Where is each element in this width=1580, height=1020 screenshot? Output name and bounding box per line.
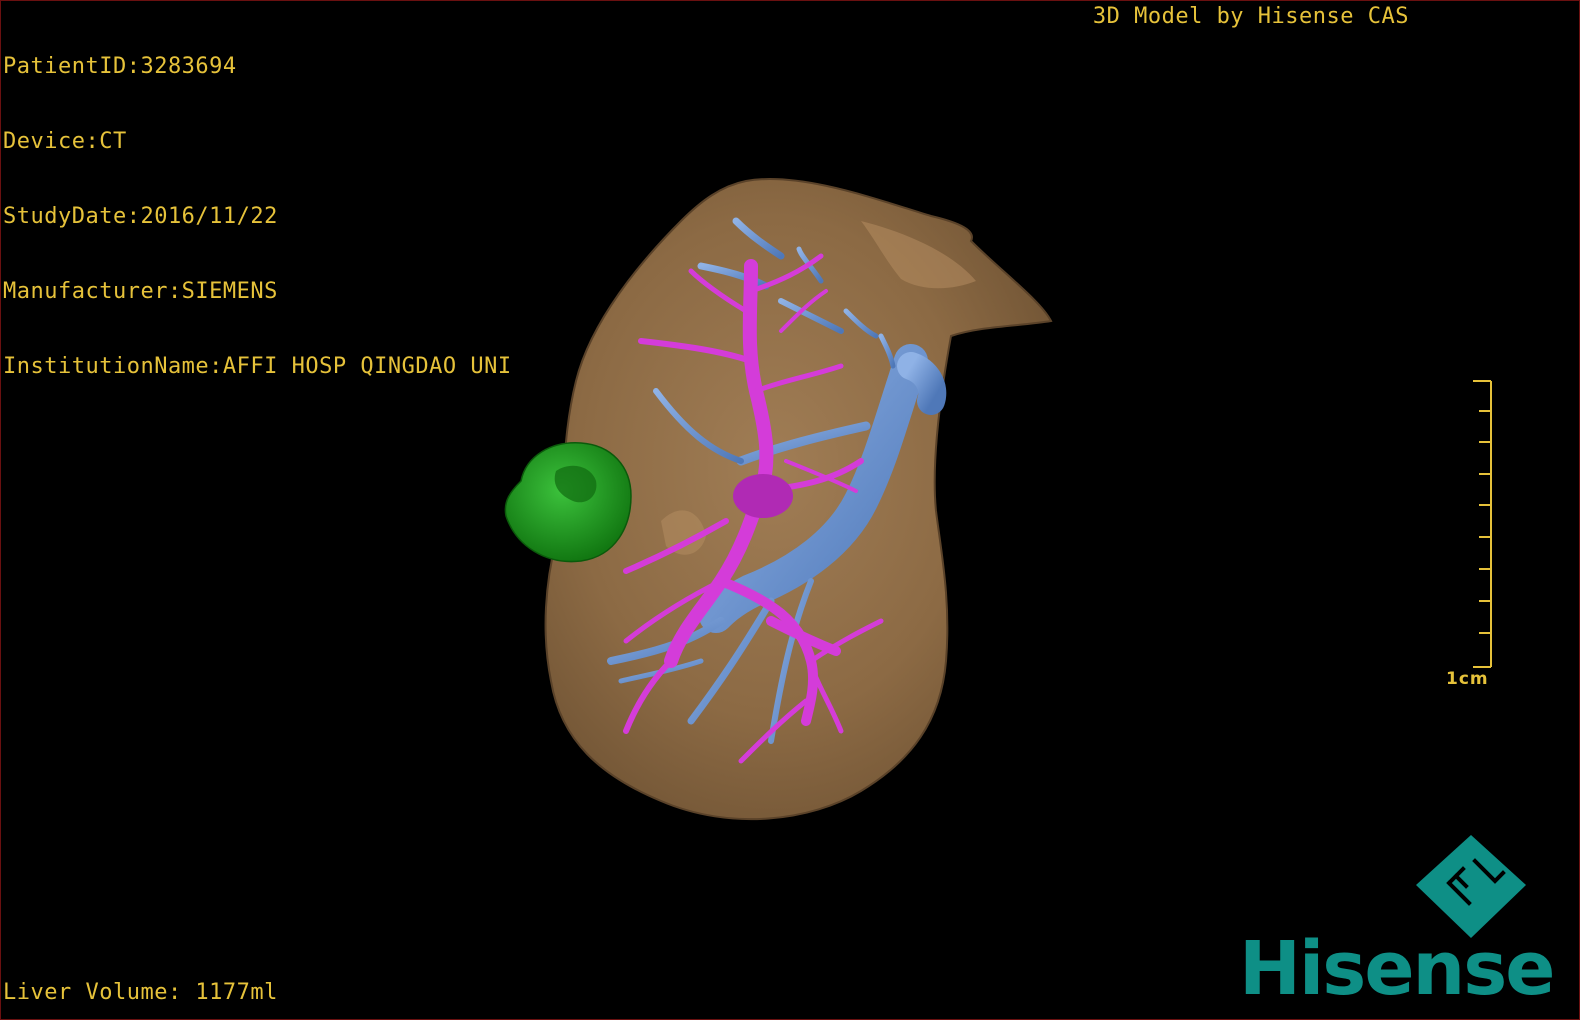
patient-id-text: PatientID:3283694 [3,54,237,79]
study-date-text: StudyDate:2016/11/22 [3,204,278,229]
device-text: Device:CT [3,129,127,154]
study-info-overlay: PatientID:3283694 Device:CT StudyDate:20… [3,4,512,429]
institution-text: InstitutionName:AFFI HOSP QINGDAO UNI [3,354,512,379]
lesion-mass [504,442,632,563]
3d-viewport[interactable]: PatientID:3283694 Device:CT StudyDate:20… [0,0,1580,1020]
brand-caption: 3D Model by Hisense CAS [1092,4,1409,29]
liver-3d-model[interactable] [481,161,1101,861]
liver-volume-text: Liver Volume: 1177ml [3,980,278,1005]
hisense-logo-text: Hisense [1239,926,1555,1012]
scale-bar [1473,380,1492,668]
portal-bifurcation [733,474,793,518]
manufacturer-text: Manufacturer:SIEMENS [3,279,278,304]
scale-label: 1cm [1446,669,1489,689]
